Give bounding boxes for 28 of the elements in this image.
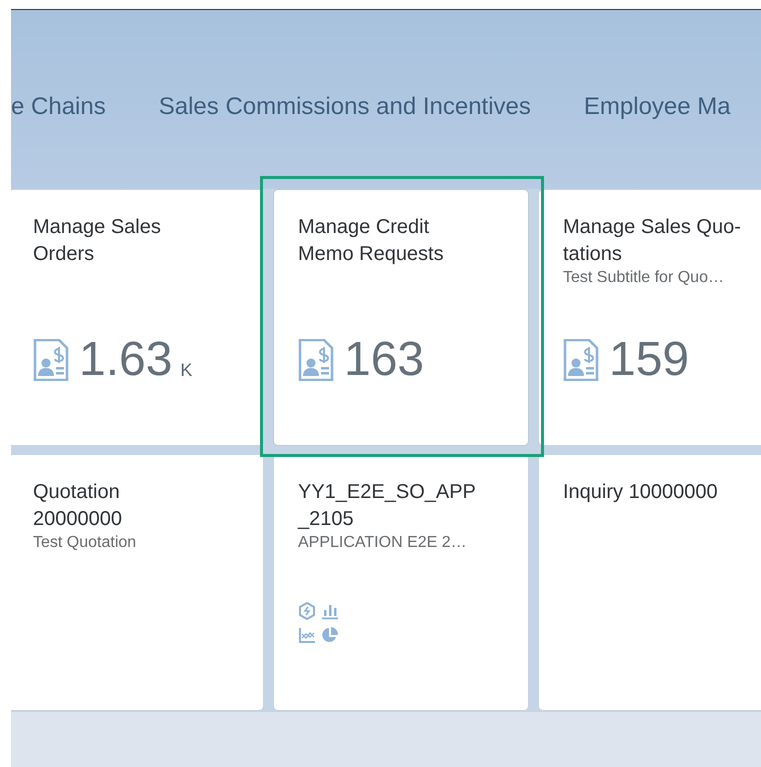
kpi-unit: K: [180, 360, 192, 381]
tile-title: Manage Sales Orders: [33, 215, 162, 267]
kpi-value: 159: [609, 335, 690, 385]
app-tile[interactable]: Manage Credit Memo Requests 163: [273, 189, 529, 446]
tile-title: Inquiry 10000000: [563, 480, 719, 505]
tile-subtitle: Test Quotation: [33, 534, 138, 552]
group-tab[interactable]: Sales Commissions and Incentives: [158, 90, 531, 124]
app-tile[interactable]: YY1_E2E_SO_APP _2105 APPLICATION E2E 2…: [273, 454, 529, 711]
line-chart-icon: [298, 626, 316, 644]
group-tab[interactable]: Employee Ma: [584, 90, 731, 124]
tile-title: Manage Credit Memo Requests: [298, 215, 445, 267]
tile-title: Quotation 20000000: [33, 480, 123, 532]
pie-chart-icon: [321, 626, 339, 644]
kpi-value: 1.63: [79, 335, 172, 385]
tile-subtitle: APPLICATION E2E 2…: [298, 534, 468, 552]
app-tile[interactable]: Manage Sales Orders 1.63 K: [11, 189, 264, 446]
document-person-icon: [563, 339, 599, 381]
document-person-icon: [298, 339, 334, 381]
tile-title: YY1_E2E_SO_APP _2105: [298, 480, 477, 532]
tile-subtitle: Test Subtitle for Quo…: [563, 269, 725, 287]
app-tile[interactable]: Inquiry 10000000: [538, 454, 761, 711]
group-tab[interactable]: e Chains: [11, 90, 106, 124]
app-tile[interactable]: Manage Sales Quo- tations Test Subtitle for Quo… 159: [538, 189, 761, 446]
document-person-icon: [33, 339, 69, 381]
app-tile[interactable]: Quotation 20000000 Test Quotation: [11, 454, 264, 711]
bar-chart-icon: [321, 602, 339, 620]
kpi-value: 163: [344, 335, 424, 385]
tile-title: Manage Sales Quo- tations: [563, 215, 742, 267]
